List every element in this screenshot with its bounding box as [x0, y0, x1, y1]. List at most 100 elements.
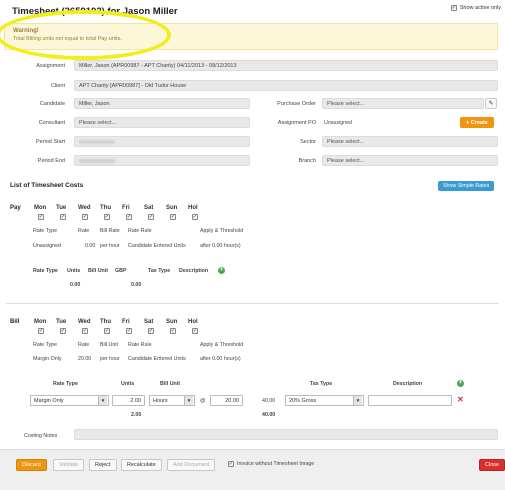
branch-label: Branch [298, 158, 316, 164]
pay-day-tue: Tue [56, 205, 67, 211]
chevron-down-icon: ▼ [353, 396, 362, 405]
tax-type-select[interactable]: 20% Gross ▼ [285, 395, 364, 406]
bill-rate-input[interactable]: 20.00 [210, 395, 243, 406]
bill-per: per hour [100, 356, 120, 362]
invoice-without-image-checkbox[interactable]: ✓ [228, 461, 234, 467]
recalculate-button[interactable]: Recalculate [121, 459, 162, 471]
bill-check-tue[interactable]: ✓ [60, 328, 66, 334]
pay-sum-description: Description [179, 268, 209, 274]
bill-sum-units: Units [121, 381, 135, 387]
bill-header-rate-type: Rate Type [33, 342, 58, 348]
branch-select[interactable]: Please select... [322, 155, 498, 166]
show-active-checkbox[interactable]: ✓ [450, 5, 457, 11]
highlight-ellipse [0, 10, 171, 60]
show-simple-rates-button[interactable]: Show Simple Rates [438, 181, 495, 191]
bill-rate-type-select-value: Margin Only [34, 397, 64, 404]
bill-check-sat[interactable]: ✓ [148, 328, 154, 334]
bill-rate-rule: Candidate Entered Units [128, 356, 186, 362]
bill-header-bill-unit: Bill Unit [100, 342, 118, 348]
bill-sum-description: Description [393, 381, 423, 387]
costs-title: List of Timesheet Costs [10, 182, 84, 189]
consultant-select[interactable]: Please select... [74, 117, 250, 128]
bill-rate-type-select[interactable]: Margin Only ▼ [30, 395, 109, 406]
bill-day-sat: Sat [144, 319, 154, 325]
sector-select[interactable]: Please select... [322, 136, 498, 147]
pay-check-sat[interactable]: ✓ [148, 214, 154, 220]
invoice-without-image-toggle[interactable]: ✓ Invoice without Timesheet Image [228, 461, 314, 467]
pay-header-rate-rule: Rate Rule [128, 228, 152, 234]
pay-day-mon: Mon [34, 205, 47, 211]
pay-check-fri[interactable]: ✓ [126, 214, 132, 220]
period-start-label: Period Start [35, 139, 65, 145]
bill-day-tue: Tue [56, 319, 67, 325]
discard-button[interactable]: Discard [16, 459, 47, 471]
pay-day-wed: Wed [78, 205, 91, 211]
pay-check-thu[interactable]: ✓ [104, 214, 110, 220]
chevron-down-icon: ▼ [184, 396, 193, 405]
pay-check-sun[interactable]: ✓ [170, 214, 176, 220]
show-active-label: Show active only [459, 5, 501, 11]
bill-sum-bill-unit: Bill Unit [160, 381, 181, 387]
bill-units-input[interactable]: 2.00 [112, 395, 145, 406]
add-document-button[interactable]: Add Document [167, 459, 216, 471]
show-active-toggle[interactable]: ✓ Show active only [450, 5, 501, 11]
bill-total-amount: 40.00 [262, 412, 276, 418]
validate-button[interactable]: Validate [53, 459, 85, 471]
bill-check-sun[interactable]: ✓ [170, 328, 176, 334]
pay-check-mon[interactable]: ✓ [38, 214, 44, 220]
bill-description-input[interactable] [368, 395, 452, 406]
bill-check-hol[interactable]: ✓ [192, 328, 198, 334]
bill-check-fri[interactable]: ✓ [126, 328, 132, 334]
add-pay-line-icon[interactable]: + [218, 267, 225, 274]
bill-header-rate: Rate [78, 342, 90, 348]
pay-sum-tax-type: Tax Type [148, 268, 171, 274]
create-po-button[interactable]: + Create [460, 117, 494, 128]
pay-rate: 0.00 [85, 243, 96, 249]
purchase-order-select[interactable]: Please select... [322, 98, 484, 109]
pay-check-tue[interactable]: ✓ [60, 214, 66, 220]
client-label: Client [50, 83, 65, 89]
pay-label: Pay [10, 205, 21, 211]
client-field: APT Charity [APR00987] - Old Tudor House [74, 80, 498, 91]
bill-sum-rate-type: Rate Type [53, 381, 78, 387]
bill-label: Bill [10, 319, 20, 325]
assignment-field: Miller, Jason (APR00987 - APT Charity) 0… [74, 60, 498, 71]
period-end-field[interactable] [74, 155, 250, 166]
pay-total-gbp: 0.00 [131, 282, 142, 288]
tax-type-select-value: 20% Gross [289, 397, 317, 404]
pay-day-thu: Thu [100, 205, 111, 211]
pay-day-sun: Sun [166, 205, 178, 211]
remove-line-icon[interactable]: ✕ [457, 396, 464, 404]
bill-line-amount: 40.00 [262, 398, 276, 404]
costing-notes-input[interactable] [74, 429, 498, 440]
assignment-label: Assignment [36, 63, 65, 69]
chevron-down-icon: ▼ [98, 396, 107, 405]
pay-check-wed[interactable]: ✓ [82, 214, 88, 220]
period-end-label: Period End [37, 158, 65, 164]
pay-day-hol: Hol [188, 205, 198, 211]
pay-check-hol[interactable]: ✓ [192, 214, 198, 220]
bill-rate: 20.00 [78, 356, 92, 362]
bill-unit-select[interactable]: Hours ▼ [149, 395, 195, 406]
close-button[interactable]: Close [479, 459, 505, 471]
pay-header-rate: Rate [78, 228, 90, 234]
pay-header-bill-rate: Bill Rate [100, 228, 120, 234]
pay-sum-bill-unit: Bill Unit [88, 268, 109, 274]
add-bill-line-icon[interactable]: + [457, 380, 464, 387]
at-symbol: @ [200, 398, 206, 404]
bill-rate-type: Margin Only [33, 356, 62, 362]
period-end-redacted [79, 158, 115, 163]
assignment-po-value: Unassigned [324, 120, 352, 126]
bill-day-thu: Thu [100, 319, 111, 325]
bill-check-thu[interactable]: ✓ [104, 328, 110, 334]
bill-threshold: after 0.00 hour(s) [200, 356, 241, 362]
bill-check-mon[interactable]: ✓ [38, 328, 44, 334]
bill-check-wed[interactable]: ✓ [82, 328, 88, 334]
assignment-po-label: Assignment PO [277, 120, 316, 126]
pencil-icon[interactable]: ✎ [485, 98, 497, 109]
invoice-without-image-label: Invoice without Timesheet Image [237, 461, 315, 467]
period-start-field[interactable] [74, 136, 250, 147]
pay-rate-type: Unassigned [33, 243, 61, 249]
pay-sum-gbp: GBP [115, 268, 127, 274]
reject-button[interactable]: Reject [89, 459, 117, 471]
